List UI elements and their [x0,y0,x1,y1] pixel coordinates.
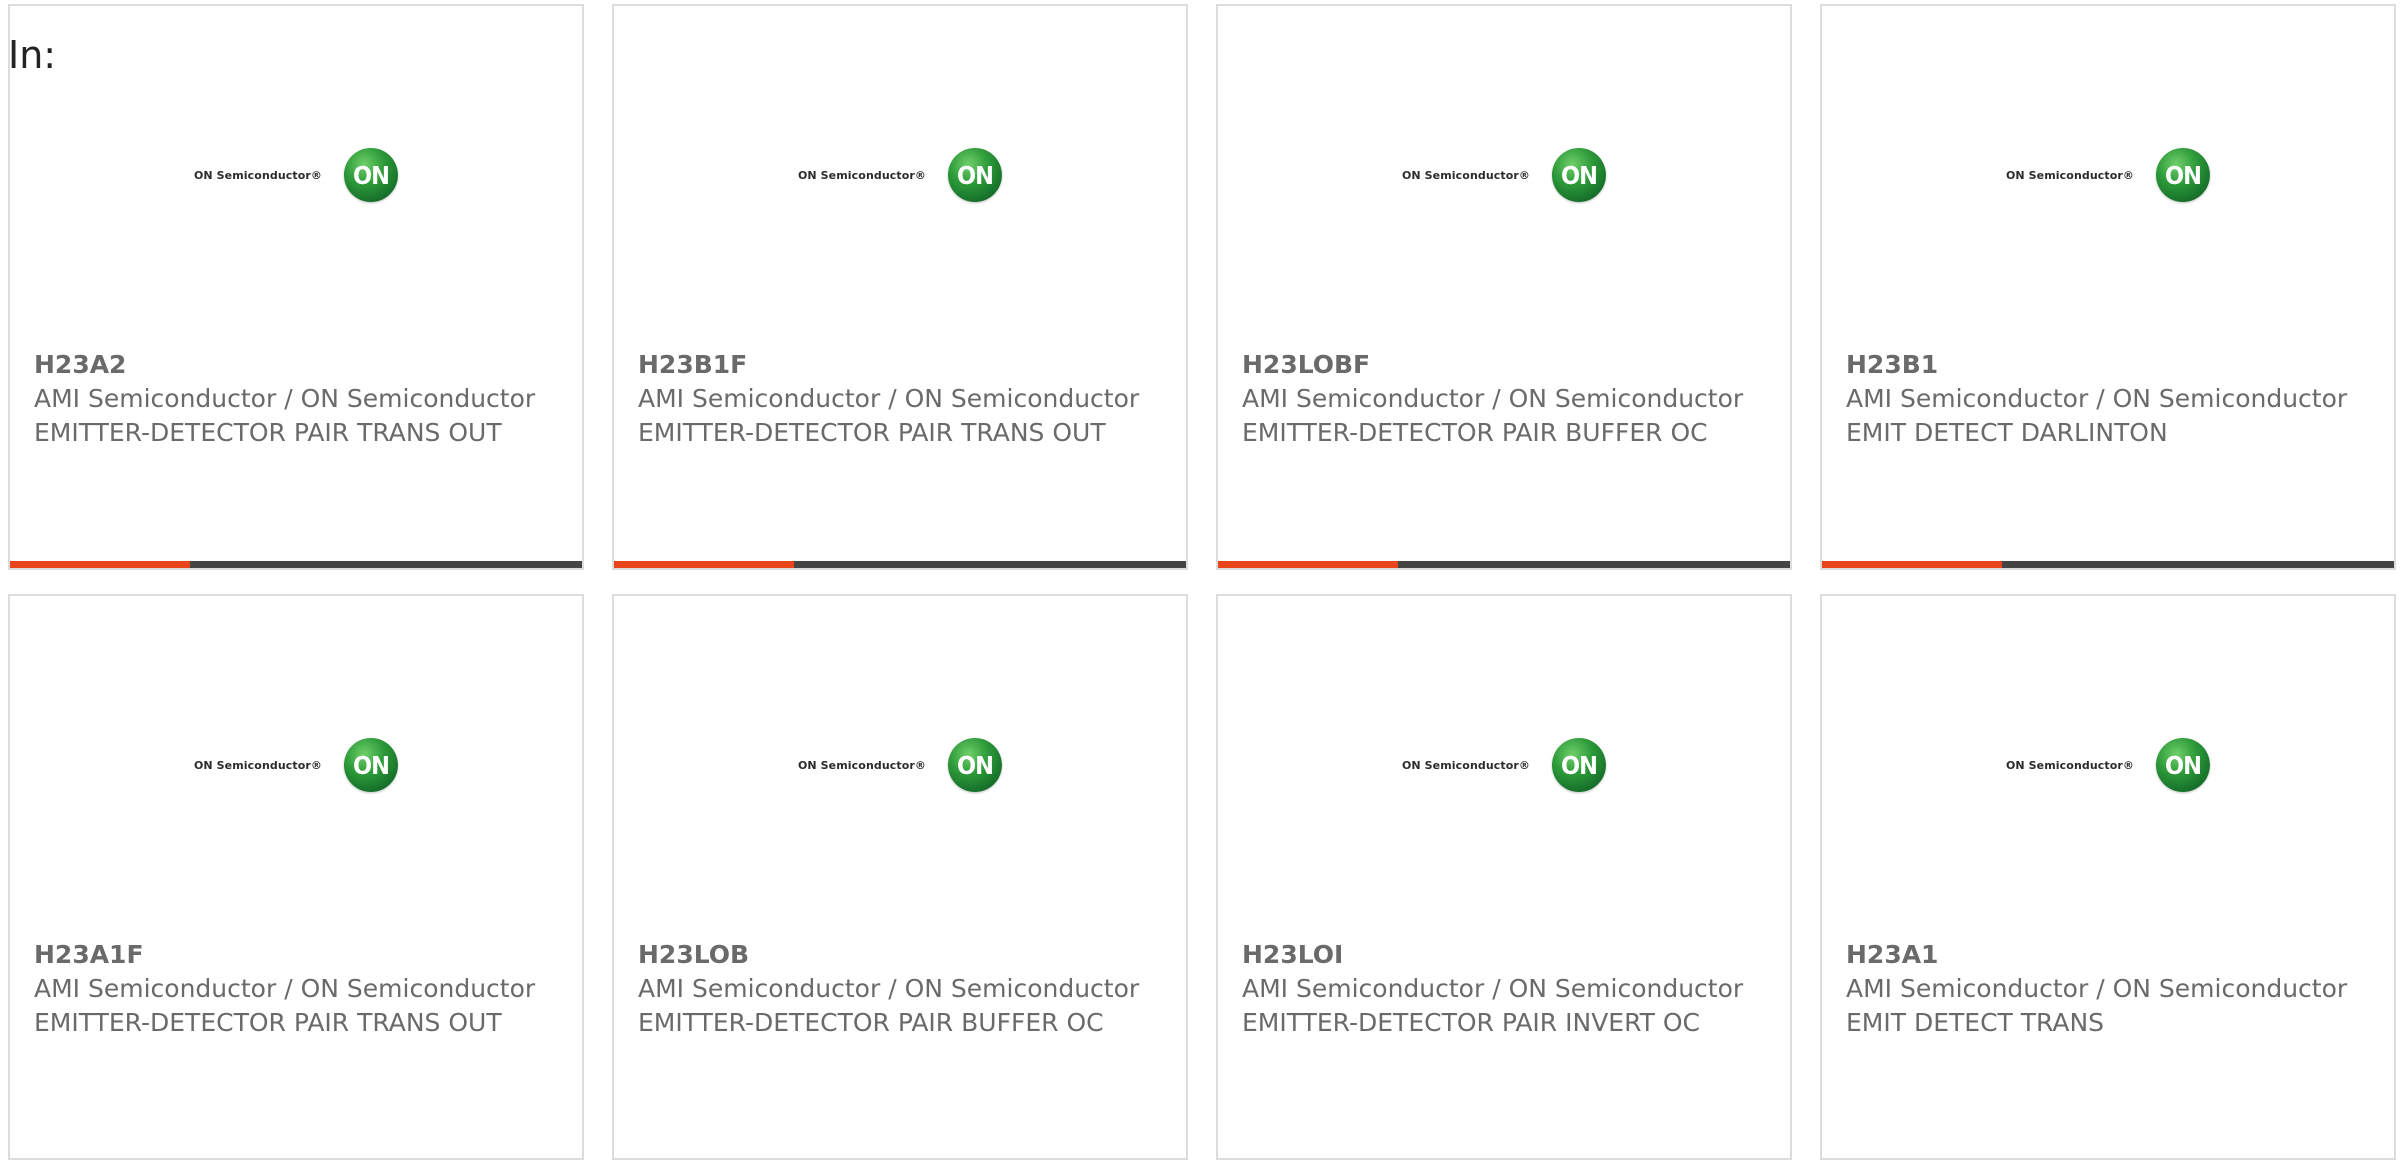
product-card[interactable]: ON Semiconductor® ON H23B1F AMI Semicond… [612,4,1188,570]
description: EMITTER-DETECTOR PAIR BUFFER OC [638,1008,1104,1037]
manufacturer: AMI Semiconductor / ON Semiconductor [638,384,1140,413]
manufacturer: AMI Semiconductor / ON Semiconductor [34,384,536,413]
card-accent [614,561,795,568]
logo-wordmark: ON Semiconductor® [193,758,323,772]
on-logo-icon: ON [1552,738,1607,792]
on-logo-icon: ON [2156,738,2211,792]
product-card[interactable]: ON Semiconductor® ON H23A2 AMI Semicondu… [8,4,584,570]
product-card[interactable]: ON Semiconductor® ON H23LOB AMI Semicond… [612,594,1188,1160]
on-semiconductor-logo: ON Semiconductor® ON [2005,738,2211,792]
description: EMITTER-DETECTOR PAIR BUFFER OC [1242,418,1708,447]
on-semiconductor-logo: ON Semiconductor® ON [2005,148,2211,202]
logo-wordmark: ON Semiconductor® [797,758,927,772]
description: EMIT DETECT TRANS [1846,1008,2105,1037]
part-number: H23LOB [638,940,750,969]
card-bottom-bar [1822,561,2394,568]
product-image: ON Semiconductor® ON [10,596,582,926]
product-image: ON Semiconductor® ON [1822,596,2394,926]
part-number: H23A1 [1846,940,1939,969]
on-semiconductor-logo: ON Semiconductor® ON [1401,738,1607,792]
product-card[interactable]: ON Semiconductor® ON H23B1 AMI Semicondu… [1820,4,2396,570]
description: EMIT DETECT DARLINTON [1846,418,2168,447]
part-number: H23A2 [34,350,127,379]
part-number: H23B1F [638,350,748,379]
on-semiconductor-logo: ON Semiconductor® ON [797,738,1003,792]
part-number: H23LOI [1242,940,1344,969]
on-logo-icon: ON [2156,148,2211,202]
on-logo-icon: ON [344,148,399,202]
filter-label: In: [8,33,57,77]
logo-wordmark: ON Semiconductor® [2005,758,2135,772]
on-semiconductor-logo: ON Semiconductor® ON [193,148,399,202]
product-image: ON Semiconductor® ON [1822,6,2394,336]
on-semiconductor-logo: ON Semiconductor® ON [797,148,1003,202]
on-semiconductor-logo: ON Semiconductor® ON [1401,148,1607,202]
description: EMITTER-DETECTOR PAIR TRANS OUT [638,418,1106,447]
product-card[interactable]: ON Semiconductor® ON H23LOBF AMI Semicon… [1216,4,1792,570]
on-logo-icon: ON [344,738,399,792]
description: EMITTER-DETECTOR PAIR TRANS OUT [34,418,502,447]
logo-wordmark: ON Semiconductor® [1401,168,1531,182]
logo-wordmark: ON Semiconductor® [1401,758,1531,772]
part-number: H23A1F [34,940,144,969]
part-number: H23LOBF [1242,350,1371,379]
logo-wordmark: ON Semiconductor® [2005,168,2135,182]
product-image: ON Semiconductor® ON [614,596,1186,926]
on-logo-icon: ON [948,148,1003,202]
on-logo-icon: ON [1552,148,1607,202]
product-image: ON Semiconductor® ON [1218,6,1790,336]
product-image: ON Semiconductor® ON [10,6,582,336]
product-image: ON Semiconductor® ON [1218,596,1790,926]
card-accent [10,561,191,568]
description: EMITTER-DETECTOR PAIR INVERT OC [1242,1008,1700,1037]
description: EMITTER-DETECTOR PAIR TRANS OUT [34,1008,502,1037]
product-card[interactable]: ON Semiconductor® ON H23A1F AMI Semicond… [8,594,584,1160]
card-bottom-bar [614,561,1186,568]
card-bottom-bar [10,561,582,568]
manufacturer: AMI Semiconductor / ON Semiconductor [1846,384,2348,413]
manufacturer: AMI Semiconductor / ON Semiconductor [638,974,1140,1003]
manufacturer: AMI Semiconductor / ON Semiconductor [1242,384,1744,413]
product-card[interactable]: ON Semiconductor® ON H23LOI AMI Semicond… [1216,594,1792,1160]
on-semiconductor-logo: ON Semiconductor® ON [193,738,399,792]
manufacturer: AMI Semiconductor / ON Semiconductor [1242,974,1744,1003]
logo-wordmark: ON Semiconductor® [193,168,323,182]
card-accent [1218,561,1399,568]
manufacturer: AMI Semiconductor / ON Semiconductor [1846,974,2348,1003]
logo-wordmark: ON Semiconductor® [797,168,927,182]
card-accent [1822,561,2003,568]
card-bottom-bar [1218,561,1790,568]
product-image: ON Semiconductor® ON [614,6,1186,336]
part-number: H23B1 [1846,350,1939,379]
product-card[interactable]: ON Semiconductor® ON H23A1 AMI Semicondu… [1820,594,2396,1160]
on-logo-icon: ON [948,738,1003,792]
manufacturer: AMI Semiconductor / ON Semiconductor [34,974,536,1003]
